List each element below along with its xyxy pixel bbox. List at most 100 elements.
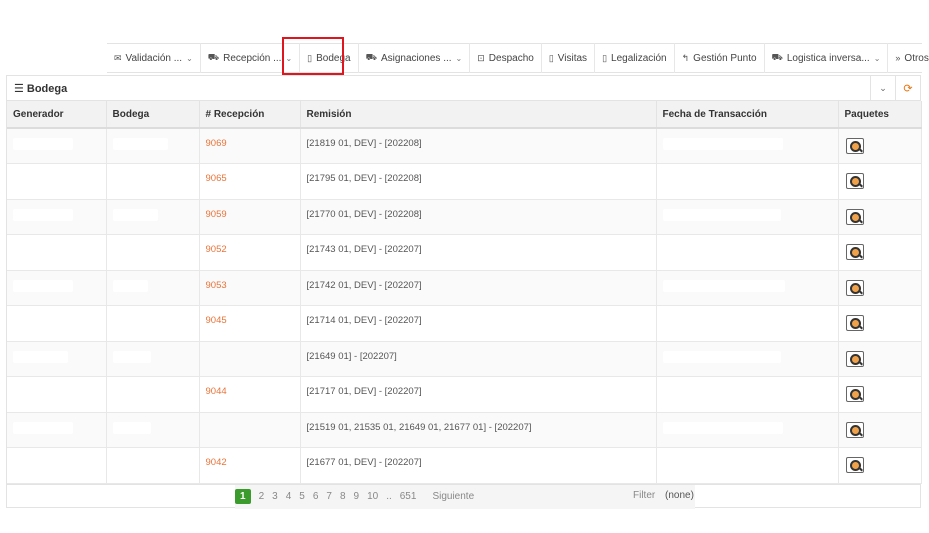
recepcion-link[interactable]: 9052 xyxy=(199,234,301,271)
nav-item-3[interactable]: ⛟ Asignaciones ... ⌄ xyxy=(359,43,471,73)
nav-item-7[interactable]: ↰ Gestión Punto xyxy=(675,43,765,73)
package-search-icon[interactable] xyxy=(845,386,864,402)
fecha-cell xyxy=(656,234,839,271)
page-link[interactable]: 8 xyxy=(340,491,346,502)
recepcion-link[interactable]: 9059 xyxy=(199,199,301,235)
table-row[interactable]: [21519 01, 21535 01, 21649 01, 21677 01]… xyxy=(7,412,922,448)
top-navigation: ✉ Validación ... ⌄ ⛟ Recepción ... ⌄ ▯ Bodega ⛟ A… xyxy=(107,43,929,73)
fecha-cell xyxy=(656,341,839,377)
panel-header: ☰ Bodega ⌄ ⟳ xyxy=(7,76,920,101)
paquetes-cell xyxy=(838,376,922,413)
recepcion-link[interactable]: 9069 xyxy=(199,128,301,164)
double-chevron-icon: » xyxy=(895,53,901,63)
page-link[interactable]: 2 xyxy=(259,491,265,502)
table-row[interactable]: 9059 [21770 01, DEV] - [202208] xyxy=(7,199,922,235)
package-search-icon[interactable] xyxy=(845,315,864,331)
nav-item-0[interactable]: ✉ Validación ... ⌄ xyxy=(107,43,201,73)
package-search-icon[interactable] xyxy=(845,208,864,225)
bodega-cell xyxy=(106,199,200,235)
nav-item-5[interactable]: ▯ Visitas xyxy=(542,43,596,73)
nav-item-6[interactable]: ▯ Legalización xyxy=(595,43,675,73)
nav-item-label: Logistica inversa... xyxy=(786,52,870,64)
collapse-chevron-icon[interactable]: ⌄ xyxy=(870,76,895,100)
paquetes-cell xyxy=(838,128,922,164)
table-row[interactable]: 9042 [21677 01, DEV] - [202207] xyxy=(7,447,922,484)
page-link[interactable]: 4 xyxy=(286,491,292,502)
remision-cell: [21677 01, DEV] - [202207] xyxy=(300,447,657,484)
nav-item-label: Recepción ... xyxy=(223,52,282,64)
column-header[interactable]: # Recepción xyxy=(199,101,301,129)
filter-value[interactable]: (none) xyxy=(665,490,694,501)
envelope-icon: ✉ xyxy=(114,52,122,63)
bodega-cell xyxy=(106,412,200,448)
table-row[interactable]: 9052 [21743 01, DEV] - [202207] xyxy=(7,234,922,271)
recepcion-link[interactable]: 9044 xyxy=(199,376,301,413)
bodega-panel: ☰ Bodega ⌄ ⟳ Generador Bodega # Recepción Re… xyxy=(6,75,922,509)
nav-item-4[interactable]: ⊡ Despacho xyxy=(470,43,542,73)
page-link[interactable]: 3 xyxy=(272,491,278,502)
table-row[interactable]: 9053 [21742 01, DEV] - [202207] xyxy=(7,270,922,306)
recepcion-link[interactable]: 9053 xyxy=(199,270,301,306)
paquetes-cell xyxy=(838,270,922,306)
column-header[interactable]: Bodega xyxy=(106,101,200,129)
remision-cell: [21742 01, DEV] - [202207] xyxy=(300,270,657,306)
recepcion-link[interactable] xyxy=(199,341,301,377)
package-search-icon[interactable] xyxy=(845,421,864,438)
page-link[interactable]: 10 xyxy=(367,491,378,502)
nav-item-8[interactable]: ⛟ Logistica inversa... ⌄ xyxy=(765,43,889,73)
page-link[interactable]: 7 xyxy=(326,491,332,502)
column-header[interactable]: Fecha de Transacción xyxy=(656,101,839,129)
nav-item-1[interactable]: ⛟ Recepción ... ⌄ xyxy=(201,43,301,73)
document-icon: ▯ xyxy=(602,52,608,63)
paquetes-cell xyxy=(838,234,922,271)
column-header[interactable]: Paquetes xyxy=(838,101,922,129)
paquetes-cell xyxy=(838,447,922,484)
generador-cell xyxy=(7,128,107,164)
fecha-cell xyxy=(656,376,839,413)
recepcion-link[interactable]: 9065 xyxy=(199,163,301,200)
nav-item-2[interactable]: ▯ Bodega xyxy=(300,43,359,73)
recepcion-link[interactable]: 9042 xyxy=(199,447,301,484)
recepcion-link[interactable]: 9045 xyxy=(199,305,301,342)
package-search-icon[interactable] xyxy=(845,138,864,154)
chevron-down-icon: ⌄ xyxy=(285,53,293,63)
package-search-icon[interactable] xyxy=(845,173,864,189)
page-link[interactable]: 5 xyxy=(299,491,305,502)
truck-icon: ⛟ xyxy=(365,52,377,62)
generador-cell xyxy=(7,199,107,235)
column-header[interactable]: Remisión xyxy=(300,101,657,129)
page-link[interactable]: 9 xyxy=(354,491,360,502)
package-search-icon[interactable] xyxy=(845,457,864,473)
remision-cell: [21743 01, DEV] - [202207] xyxy=(300,234,657,271)
paquetes-cell xyxy=(838,305,922,342)
nav-item-9[interactable]: »Otros ...⌄ xyxy=(888,43,929,73)
recepcion-link[interactable] xyxy=(199,412,301,448)
page-link[interactable]: 651 xyxy=(400,491,417,502)
table-row[interactable]: 9045 [21714 01, DEV] - [202207] xyxy=(7,305,922,342)
refresh-icon[interactable]: ⟳ xyxy=(895,76,920,100)
package-search-icon[interactable] xyxy=(845,350,864,367)
chevron-down-icon: ⌄ xyxy=(873,53,881,63)
table-row[interactable]: [21649 01] - [202207] xyxy=(7,341,922,377)
package-search-icon[interactable] xyxy=(845,279,864,296)
fecha-cell xyxy=(656,128,839,164)
chevron-down-icon: ⌄ xyxy=(186,53,193,63)
page-link[interactable]: 1 xyxy=(235,489,251,504)
generador-cell xyxy=(7,341,107,377)
page-link[interactable]: 6 xyxy=(313,491,319,502)
fecha-cell xyxy=(656,412,839,448)
dispatch-icon: ⊡ xyxy=(477,52,485,63)
package-search-icon[interactable] xyxy=(845,244,864,260)
nav-item-label: Visitas xyxy=(557,52,588,64)
bodega-cell xyxy=(106,270,200,306)
table-row[interactable]: 9044 [21717 01, DEV] - [202207] xyxy=(7,376,922,413)
remision-cell: [21795 01, DEV] - [202208] xyxy=(300,163,657,200)
table-row[interactable]: 9065 [21795 01, DEV] - [202208] xyxy=(7,163,922,200)
document-icon: ▯ xyxy=(548,52,554,63)
table-row[interactable]: 9069 [21819 01, DEV] - [202208] xyxy=(7,128,922,164)
fecha-cell xyxy=(656,199,839,235)
next-page-button[interactable]: Siguiente xyxy=(432,491,474,502)
reception-table: Generador Bodega # Recepción Remisión Fecha … xyxy=(7,101,922,484)
remision-cell: [21519 01, 21535 01, 21649 01, 21677 01]… xyxy=(300,412,657,448)
column-header[interactable]: Generador xyxy=(7,101,107,129)
